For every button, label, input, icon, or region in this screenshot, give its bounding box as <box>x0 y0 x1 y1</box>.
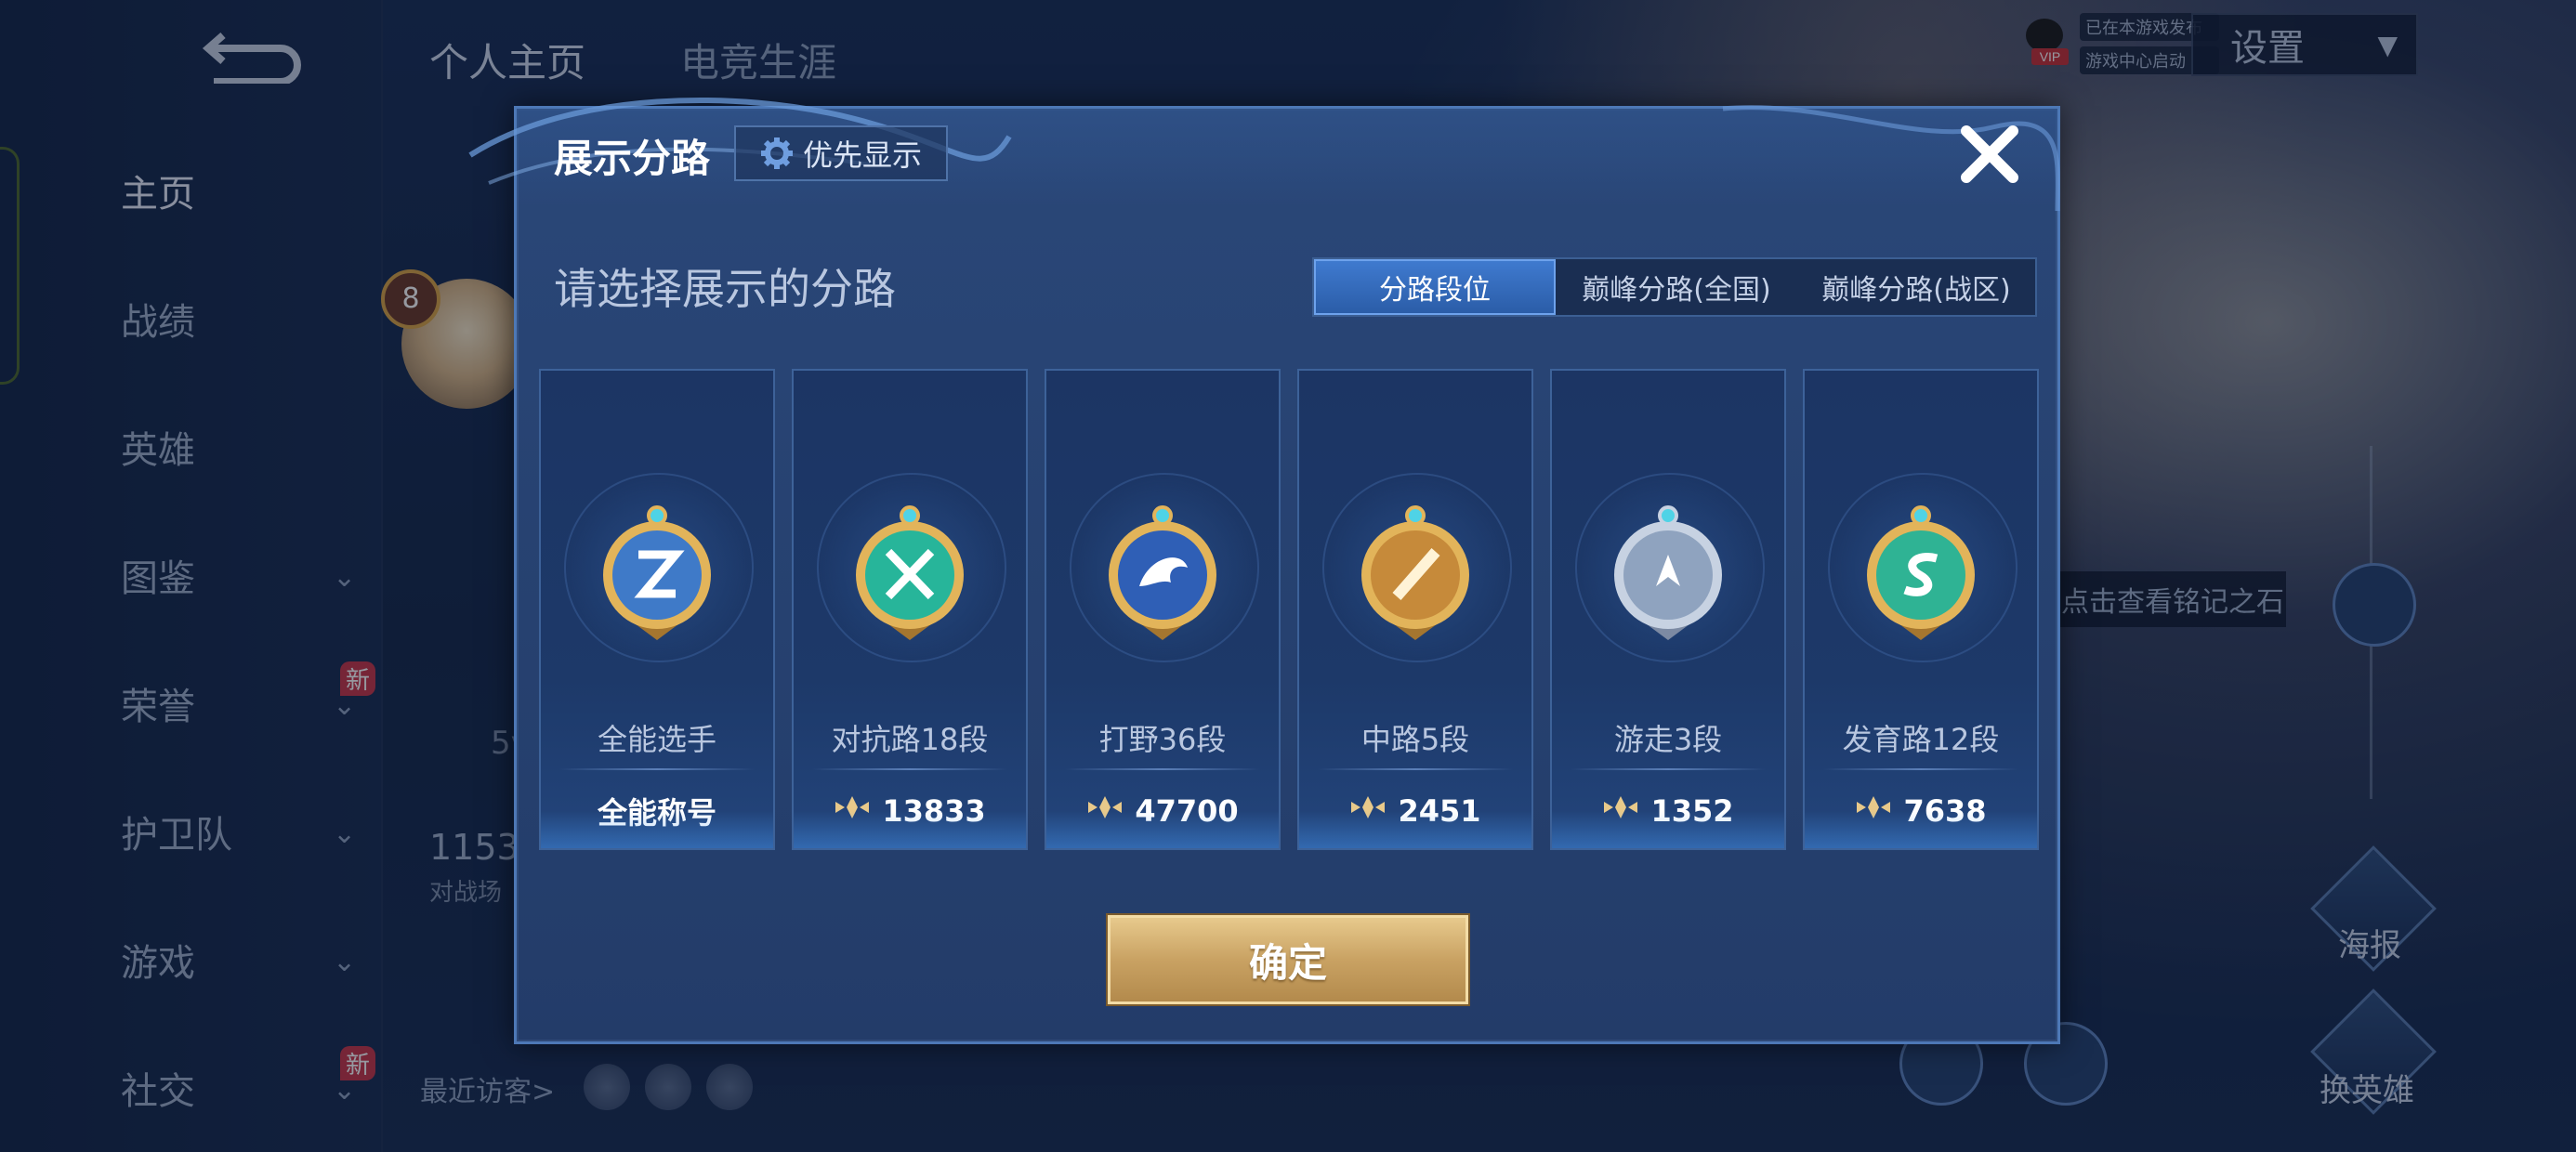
lane-card[interactable]: 发育路12段7638 <box>1803 369 2039 850</box>
tab-lane-rank[interactable]: 分路段位 <box>1314 259 1556 315</box>
lane-card[interactable]: 对抗路18段13833 <box>792 369 1028 850</box>
lane-type-tabs: 分路段位 巅峰分路(全国) 巅峰分路(战区) <box>1312 257 2037 317</box>
card-glow <box>1046 811 1279 848</box>
card-glow <box>541 811 773 848</box>
card-divider <box>559 768 755 770</box>
close-icon[interactable] <box>1955 120 2024 189</box>
dialog-title: 展示分路 <box>554 136 711 181</box>
lane-card[interactable]: 全能选手全能称号 <box>539 369 775 850</box>
card-divider <box>1318 768 1513 770</box>
lane-card[interactable]: 打野36段47700 <box>1045 369 1281 850</box>
mid-emblem-icon <box>1346 501 1485 649</box>
lane-card-name: 打野36段 <box>1098 722 1227 757</box>
roam-emblem-icon <box>1598 501 1738 649</box>
lane-card-list: 全能选手全能称号对抗路18段13833打野36段47700中路5段2451游走3… <box>539 369 2039 852</box>
lane-card[interactable]: 游走3段1352 <box>1550 369 1786 850</box>
card-divider <box>1571 768 1766 770</box>
lane-card-name: 中路5段 <box>1360 722 1470 757</box>
priority-display-label: 优先显示 <box>802 137 922 173</box>
display-lane-dialog: 展示分路 优先显示 请选择展示的分路 分路段位 巅峰分路(全国) 巅峰分路(战区… <box>468 97 2060 1044</box>
lane-card-name: 对抗路18段 <box>831 722 989 757</box>
section-title: 请选择展示的分路 <box>554 264 896 314</box>
clash-emblem-icon <box>840 501 979 649</box>
lane-card-name: 全能选手 <box>597 722 716 757</box>
confirm-label: 确定 <box>1248 939 1327 986</box>
tab-peak-region[interactable]: 巅峰分路(战区) <box>1797 259 2035 315</box>
card-divider <box>1823 768 2018 770</box>
farm-emblem-icon <box>1851 501 1991 649</box>
lane-card[interactable]: 中路5段2451 <box>1297 369 1533 850</box>
card-glow <box>1805 811 2037 848</box>
card-glow <box>1299 811 1531 848</box>
gear-icon <box>760 137 793 169</box>
card-divider <box>1065 768 1260 770</box>
jungle-emblem-icon <box>1093 501 1232 649</box>
card-divider <box>812 768 1007 770</box>
card-glow <box>794 811 1026 848</box>
lane-card-name: 游走3段 <box>1613 722 1723 757</box>
allround-emblem-icon <box>587 501 727 649</box>
confirm-button[interactable]: 确定 <box>1108 915 1468 1004</box>
lane-card-name: 发育路12段 <box>1842 722 2000 757</box>
card-glow <box>1552 811 1784 848</box>
tab-peak-national[interactable]: 巅峰分路(全国) <box>1556 259 1797 315</box>
priority-display-button[interactable]: 优先显示 <box>734 125 948 181</box>
